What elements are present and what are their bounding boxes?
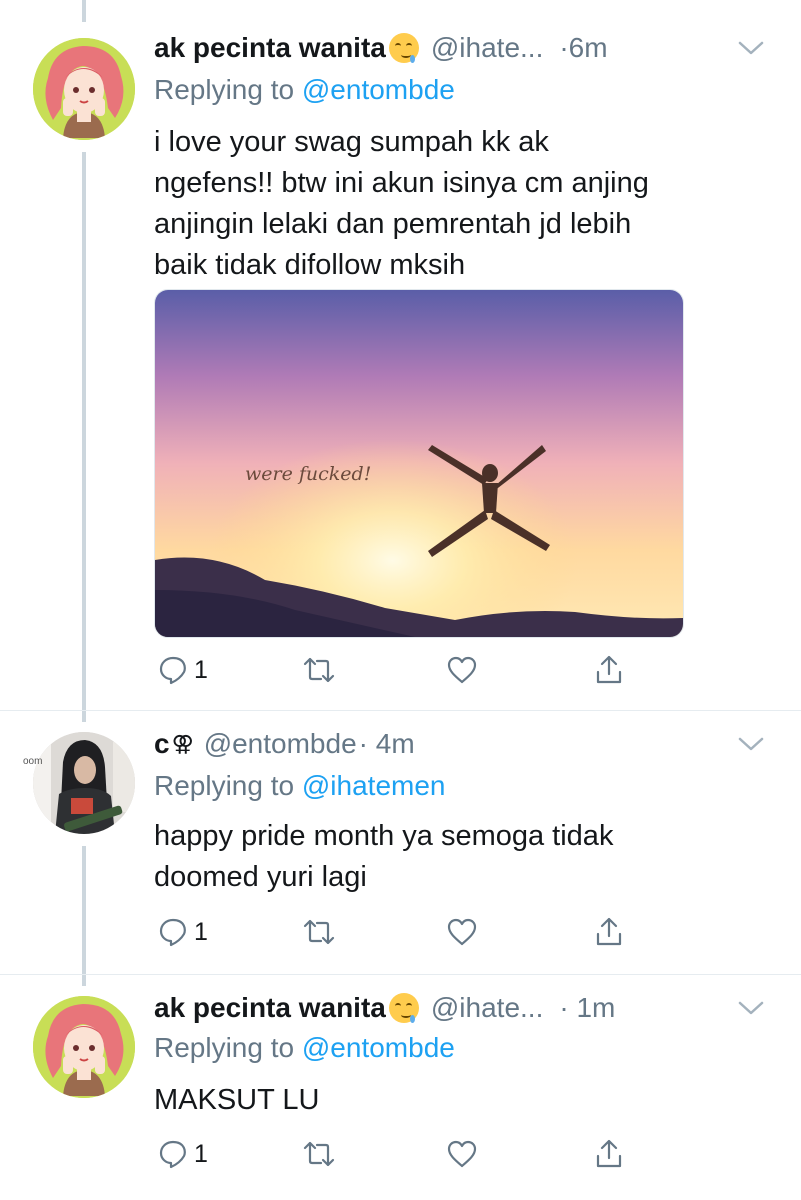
retweet-button[interactable]	[302, 912, 336, 952]
reply-count: 1	[194, 1139, 208, 1168]
replying-to: Replying to @ihatemen	[154, 770, 445, 802]
tweet-3[interactable]: ak pecinta wanita @ihate... · 1m Replyin…	[0, 986, 801, 1200]
tweet-text: i love your swag sumpah kk ak ngefens!! …	[154, 122, 774, 286]
tweet-2[interactable]: oom c ⚢ @entombde · 4m Replying to @ihat…	[0, 722, 801, 967]
avatar-image	[33, 996, 135, 1098]
chevron-down-icon[interactable]	[737, 26, 765, 70]
share-icon	[596, 1139, 622, 1168]
like-button[interactable]	[446, 912, 478, 952]
reply-count: 1	[194, 655, 208, 684]
avatar[interactable]	[33, 38, 135, 140]
drooling-face-emoji	[388, 993, 419, 1023]
timestamp[interactable]: · 1m	[559, 992, 615, 1024]
tweet-1[interactable]: ak pecinta wanita @ihate... ·6m Replying…	[0, 26, 801, 694]
tweet-media-image[interactable]: were fucked!	[154, 289, 684, 638]
display-name[interactable]: ak pecinta wanita	[154, 32, 386, 64]
double-female-symbol: ⚢	[171, 731, 194, 756]
share-button[interactable]	[594, 912, 624, 952]
tweet-text-line: ngefens!! btw ini akun isinya cm anjing	[154, 167, 649, 199]
tweet-text-line: happy pride month ya semoga tidak	[154, 820, 614, 852]
drooling-face-emoji	[388, 33, 419, 63]
avatar-side-text: oom	[23, 756, 43, 767]
share-icon	[596, 917, 622, 946]
reply-count: 1	[194, 917, 208, 946]
avatar[interactable]	[33, 996, 135, 1098]
tweet-text-line: baik tidak difollow mksih	[154, 249, 466, 281]
reply-icon	[159, 1140, 186, 1169]
replying-to-label: Replying to	[154, 1032, 302, 1063]
mention-link[interactable]: @entombde	[302, 1032, 455, 1063]
display-name[interactable]: ak pecinta wanita	[154, 992, 386, 1024]
reply-button[interactable]: 1	[158, 650, 208, 690]
retweet-button[interactable]	[302, 650, 336, 690]
tweet-text-line: MAKSUT LU	[154, 1084, 320, 1116]
display-name[interactable]: c	[154, 728, 170, 760]
divider	[0, 710, 801, 711]
thread-line-top	[82, 0, 86, 22]
avatar[interactable]	[33, 732, 135, 834]
like-icon	[447, 918, 477, 946]
share-button[interactable]	[594, 650, 624, 690]
chevron-down-icon[interactable]	[737, 986, 765, 1030]
timestamp[interactable]: ·6m	[559, 32, 607, 64]
action-bar: 1	[154, 1134, 634, 1174]
like-button[interactable]	[446, 1134, 478, 1174]
chevron-down-icon[interactable]	[737, 722, 765, 766]
mention-link[interactable]: @entombde	[302, 74, 455, 105]
mention-link[interactable]: @ihatemen	[302, 770, 446, 801]
timestamp[interactable]: · 4m	[359, 728, 415, 760]
like-icon	[447, 1140, 477, 1168]
like-button[interactable]	[446, 650, 478, 690]
tweet-text: MAKSUT LU	[154, 1080, 774, 1121]
reply-icon	[159, 918, 186, 947]
retweet-icon	[303, 1141, 335, 1167]
user-handle[interactable]: @entombde	[204, 728, 357, 760]
user-handle[interactable]: @ihate...	[431, 32, 543, 64]
share-icon	[596, 655, 622, 684]
user-handle[interactable]: @ihate...	[431, 992, 543, 1024]
avatar-image	[33, 732, 135, 834]
retweet-icon	[303, 919, 335, 945]
retweet-icon	[303, 657, 335, 683]
tweet-text-line: i love your swag sumpah kk ak	[154, 126, 549, 158]
replying-to-label: Replying to	[154, 770, 302, 801]
reply-button[interactable]: 1	[158, 912, 208, 952]
replying-to: Replying to @entombde	[154, 1032, 455, 1064]
like-icon	[447, 656, 477, 684]
tweet-header: ak pecinta wanita @ihate... · 1m	[154, 986, 781, 1030]
tweet-header: ak pecinta wanita @ihate... ·6m	[154, 26, 781, 70]
retweet-button[interactable]	[302, 1134, 336, 1174]
replying-to: Replying to @entombde	[154, 74, 455, 106]
image-caption: were fucked!	[245, 463, 371, 485]
reply-button[interactable]: 1	[158, 1134, 208, 1174]
action-bar: 1	[154, 912, 634, 952]
reply-icon	[159, 656, 186, 685]
tweet-text-line: anjingin lelaki dan pemrentah jd lebih	[154, 208, 632, 240]
share-button[interactable]	[594, 1134, 624, 1174]
avatar-image	[33, 38, 135, 140]
replying-to-label: Replying to	[154, 74, 302, 105]
divider	[0, 974, 801, 975]
sunset-image: were fucked!	[155, 290, 683, 637]
action-bar: 1	[154, 650, 634, 690]
tweet-text-line: doomed yuri lagi	[154, 861, 367, 893]
tweet-header: c ⚢ @entombde · 4m	[154, 722, 781, 766]
tweet-text: happy pride month ya semoga tidak doomed…	[154, 816, 774, 898]
